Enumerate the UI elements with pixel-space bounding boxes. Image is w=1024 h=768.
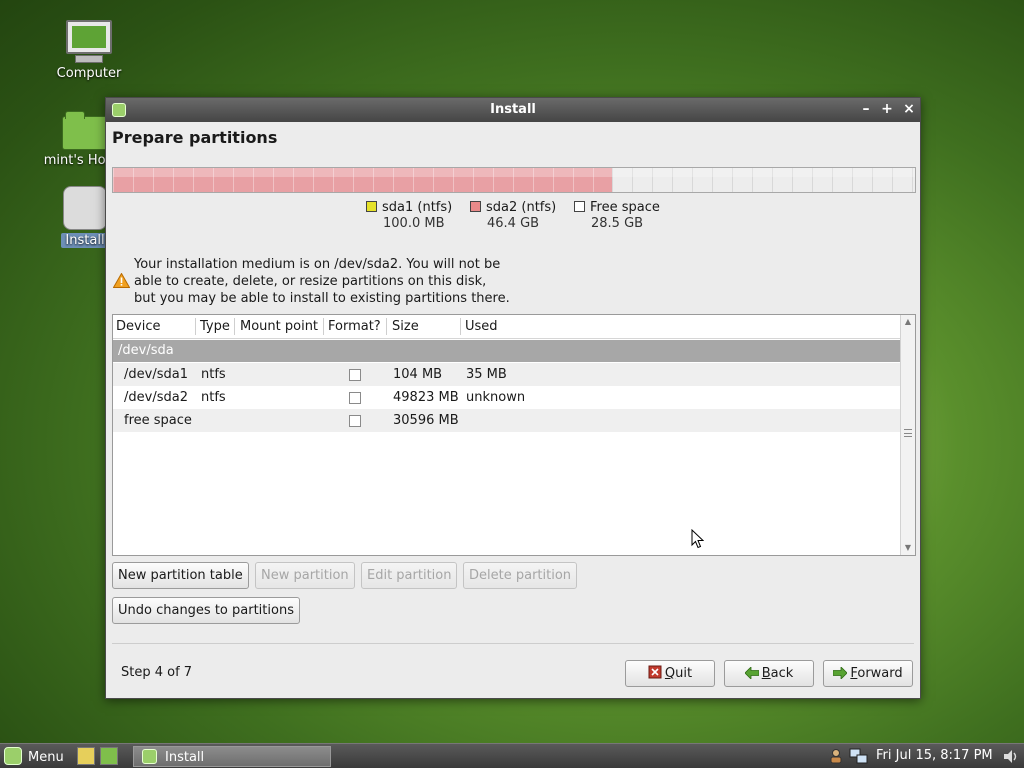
desktop-icon-label: Install [61,233,109,248]
column-format[interactable]: Format? [328,319,381,334]
arrow-left-icon [744,667,759,679]
minimize-button[interactable]: – [858,101,874,117]
cell-type: ntfs [201,367,226,382]
back-label: Back [761,666,794,681]
column-type[interactable]: Type [200,319,230,334]
column-size[interactable]: Size [392,319,419,334]
new-partition-button[interactable]: New partition [255,562,355,589]
text-editor-launcher-icon[interactable] [77,747,95,765]
cell-device: /dev/sda2 [124,390,188,405]
cell-device: free space [124,413,192,428]
page-title: Prepare partitions [112,128,278,147]
menu-label: Menu [28,750,64,765]
edit-partition-button[interactable]: Edit partition [361,562,458,589]
warning-line: Your installation medium is on /dev/sda2… [134,257,501,272]
column-mount-point[interactable]: Mount point [240,319,318,334]
table-row[interactable]: free space 30596 MB [113,409,900,432]
install-window: Install – + × Prepare partitions sda1 (n… [105,97,921,699]
legend-size: 28.5 GB [591,216,644,231]
cell-size: 30596 MB [393,413,459,428]
close-button[interactable]: × [901,101,917,117]
user-tray-icon[interactable] [828,748,844,764]
table-scrollbar[interactable]: ▲ ▼ [900,315,915,555]
desktop-icon-computer[interactable]: Computer [44,20,134,81]
legend-sda2: sda2 (ntfs) 46.4 GB [470,200,556,231]
disk-group-row[interactable]: /dev/sda [113,340,900,362]
scroll-grip[interactable] [904,429,912,437]
partition-bar [112,167,916,193]
computer-icon [44,20,134,63]
format-checkbox[interactable] [349,369,361,381]
terminal-launcher-icon[interactable] [100,747,118,765]
mint-app-icon [142,749,157,764]
mouse-cursor-icon [691,529,704,549]
taskbar-task-install[interactable]: Install [133,746,331,767]
step-indicator: Step 4 of 7 [121,665,193,680]
legend-swatch [470,201,481,212]
cell-size: 49823 MB [393,390,459,405]
new-partition-table-button[interactable]: New partition table [112,562,249,589]
warning-message: Your installation medium is on /dev/sda2… [134,256,554,307]
format-checkbox[interactable] [349,392,361,404]
table-row[interactable]: /dev/sda2 ntfs 49823 MB unknown [113,386,900,409]
footer-divider [112,643,914,644]
network-tray-icon[interactable] [849,748,869,765]
forward-button[interactable]: Forward [823,660,913,687]
legend-name: sda2 (ntfs) [486,200,557,215]
legend-size: 46.4 GB [487,216,540,231]
window-titlebar[interactable]: Install – + × [106,98,920,122]
cell-device: /dev/sda1 [124,367,188,382]
partition-table[interactable]: Device Type Mount point Format? Size Use… [112,314,916,556]
scroll-up-icon[interactable]: ▲ [903,317,913,327]
column-used[interactable]: Used [465,319,498,334]
quit-label: Quit [664,666,693,681]
quit-button[interactable]: Quit [625,660,715,687]
delete-partition-button[interactable]: Delete partition [463,562,578,589]
table-header: Device Type Mount point Format? Size Use… [113,315,915,339]
clock[interactable]: Fri Jul 15, 8:17 PM [876,748,993,763]
forward-label: Forward [850,666,903,681]
taskbar: Menu Install Fri Jul 15, 8:17 PM [0,743,1024,768]
maximize-button[interactable]: + [879,101,895,117]
warning-icon [113,273,130,288]
legend-free-space: Free space 28.5 GB [574,200,660,231]
desktop-icon-label: Computer [56,66,122,81]
column-device[interactable]: Device [116,319,160,334]
mint-menu-icon [4,747,22,765]
legend-name: sda1 (ntfs) [382,200,453,215]
quit-icon [648,665,662,679]
window-title: Install [490,102,536,117]
table-row[interactable]: /dev/sda1 ntfs 104 MB 35 MB [113,363,900,386]
task-label: Install [165,750,205,765]
legend-swatch [366,201,377,212]
menu-button[interactable]: Menu [4,747,64,767]
warning-line: able to create, delete, or resize partit… [134,274,487,289]
format-checkbox[interactable] [349,415,361,427]
undo-changes-button[interactable]: Undo changes to partitions [112,597,300,624]
legend-sda1: sda1 (ntfs) 100.0 MB [366,200,452,231]
cell-used: unknown [466,390,526,405]
legend-name: Free space [590,200,660,215]
cell-used: 35 MB [466,367,507,382]
warning-line: but you may be able to install to existi… [134,291,510,306]
volume-icon[interactable] [1003,749,1019,764]
back-button[interactable]: Back [724,660,814,687]
cell-type: ntfs [201,390,226,405]
legend-size: 100.0 MB [383,216,445,231]
legend-swatch [574,201,585,212]
scroll-down-icon[interactable]: ▼ [903,543,913,553]
cell-size: 104 MB [393,367,443,382]
arrow-right-icon [833,667,848,679]
